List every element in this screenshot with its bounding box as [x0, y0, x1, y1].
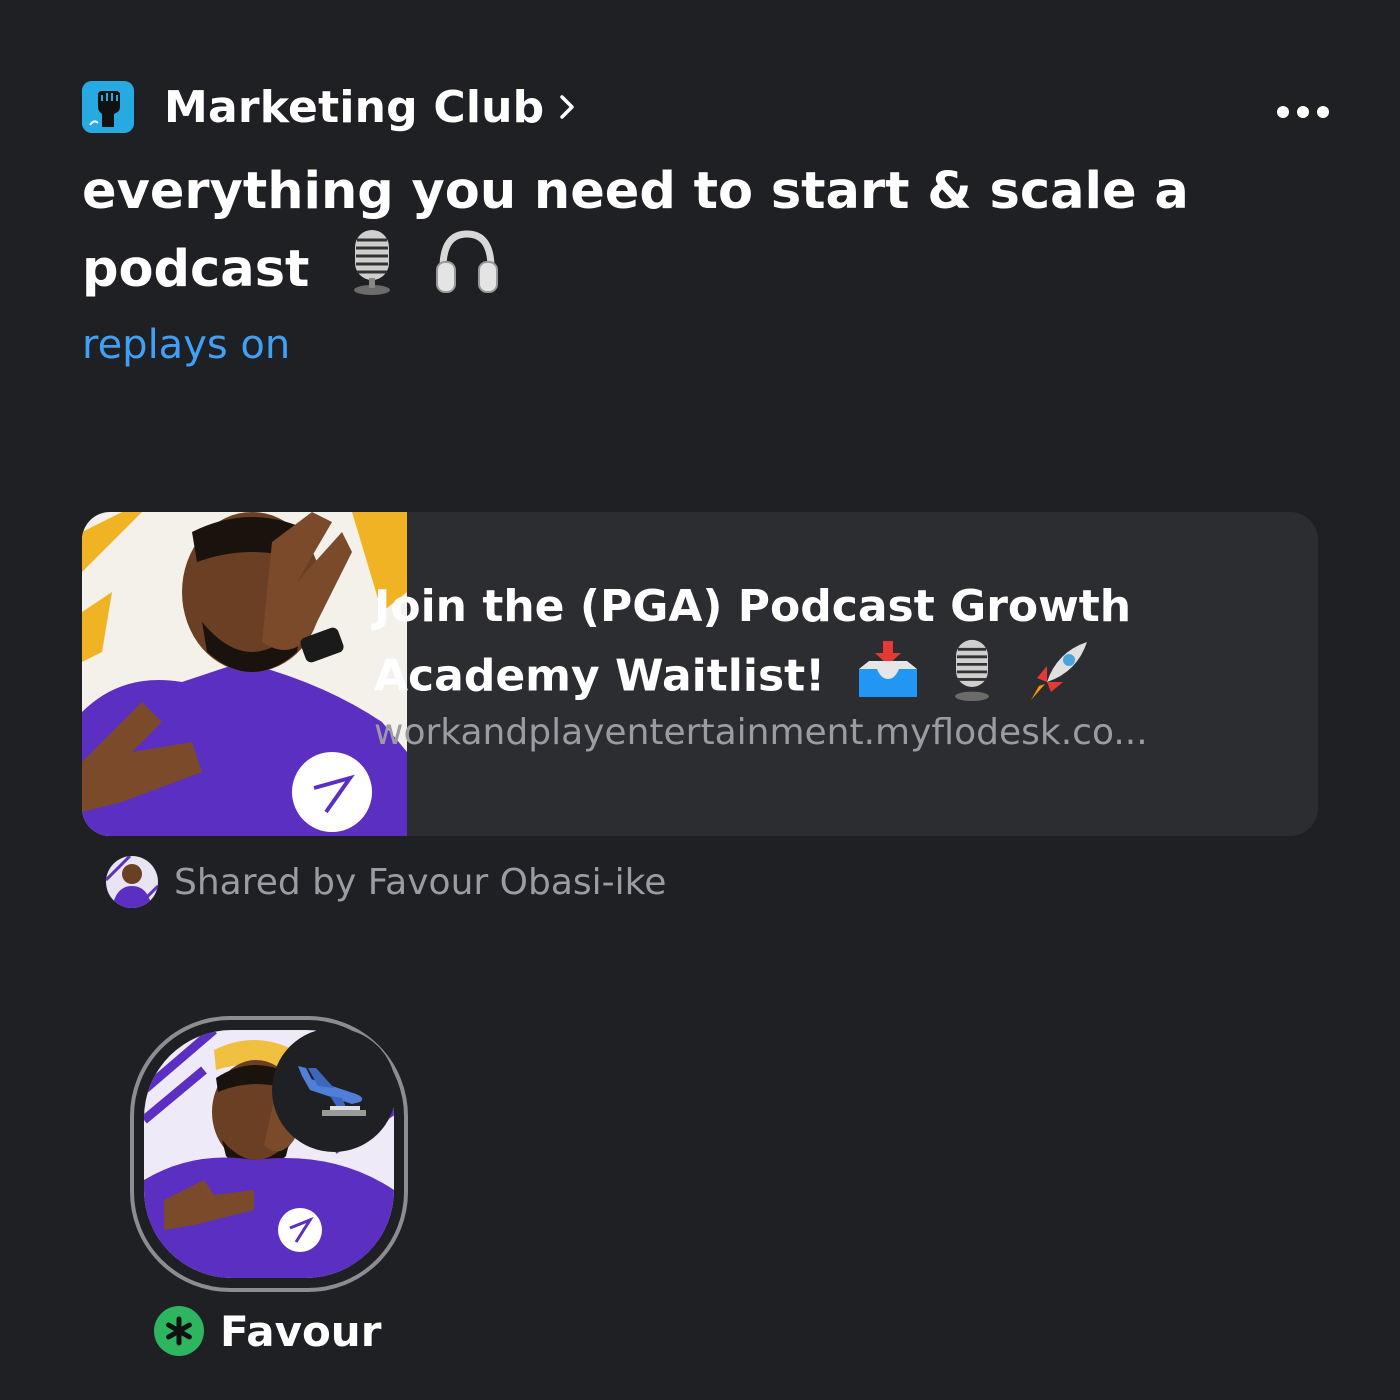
headphones-icon	[435, 228, 499, 316]
speaker-name-row: Favour	[154, 1306, 381, 1356]
room-screen: Marketing Club everything you need to st…	[0, 0, 1400, 1400]
room-title: everything you need to start & scale a p…	[82, 156, 1262, 316]
avatar	[106, 856, 158, 908]
link-thumbnail	[82, 512, 407, 836]
room-title-text: everything you need to start & scale a p…	[82, 162, 1189, 299]
studio-microphone-icon	[347, 228, 397, 316]
shared-by-label: Shared by Favour Obasi-ike	[174, 861, 667, 903]
chevron-right-icon	[558, 92, 580, 122]
link-card-title-text: Join the (PGA) Podcast Growth Academy Wa…	[374, 581, 1132, 702]
speaker-name: Favour	[220, 1306, 382, 1356]
link-card-title: Join the (PGA) Podcast Growth Academy Wa…	[374, 576, 1194, 719]
inbox-tray-icon	[855, 639, 921, 718]
replays-status: replays on	[82, 322, 291, 368]
raised-fist-icon	[82, 81, 134, 133]
more-dots-icon[interactable]	[1270, 94, 1336, 130]
club-link[interactable]: Marketing Club	[82, 80, 580, 134]
link-card-url: workandplayentertainment.myflodesk.co...	[374, 712, 1148, 753]
shared-by-row[interactable]: Shared by Favour Obasi-ike	[106, 856, 666, 908]
rocket-icon	[1027, 638, 1091, 719]
dot	[1297, 106, 1309, 118]
dot	[1277, 106, 1289, 118]
studio-microphone-icon	[948, 638, 996, 719]
airplane-icon	[272, 1028, 396, 1152]
moderator-asterisk-icon	[154, 1306, 204, 1356]
club-name: Marketing Club	[164, 81, 545, 133]
dot	[1317, 106, 1329, 118]
